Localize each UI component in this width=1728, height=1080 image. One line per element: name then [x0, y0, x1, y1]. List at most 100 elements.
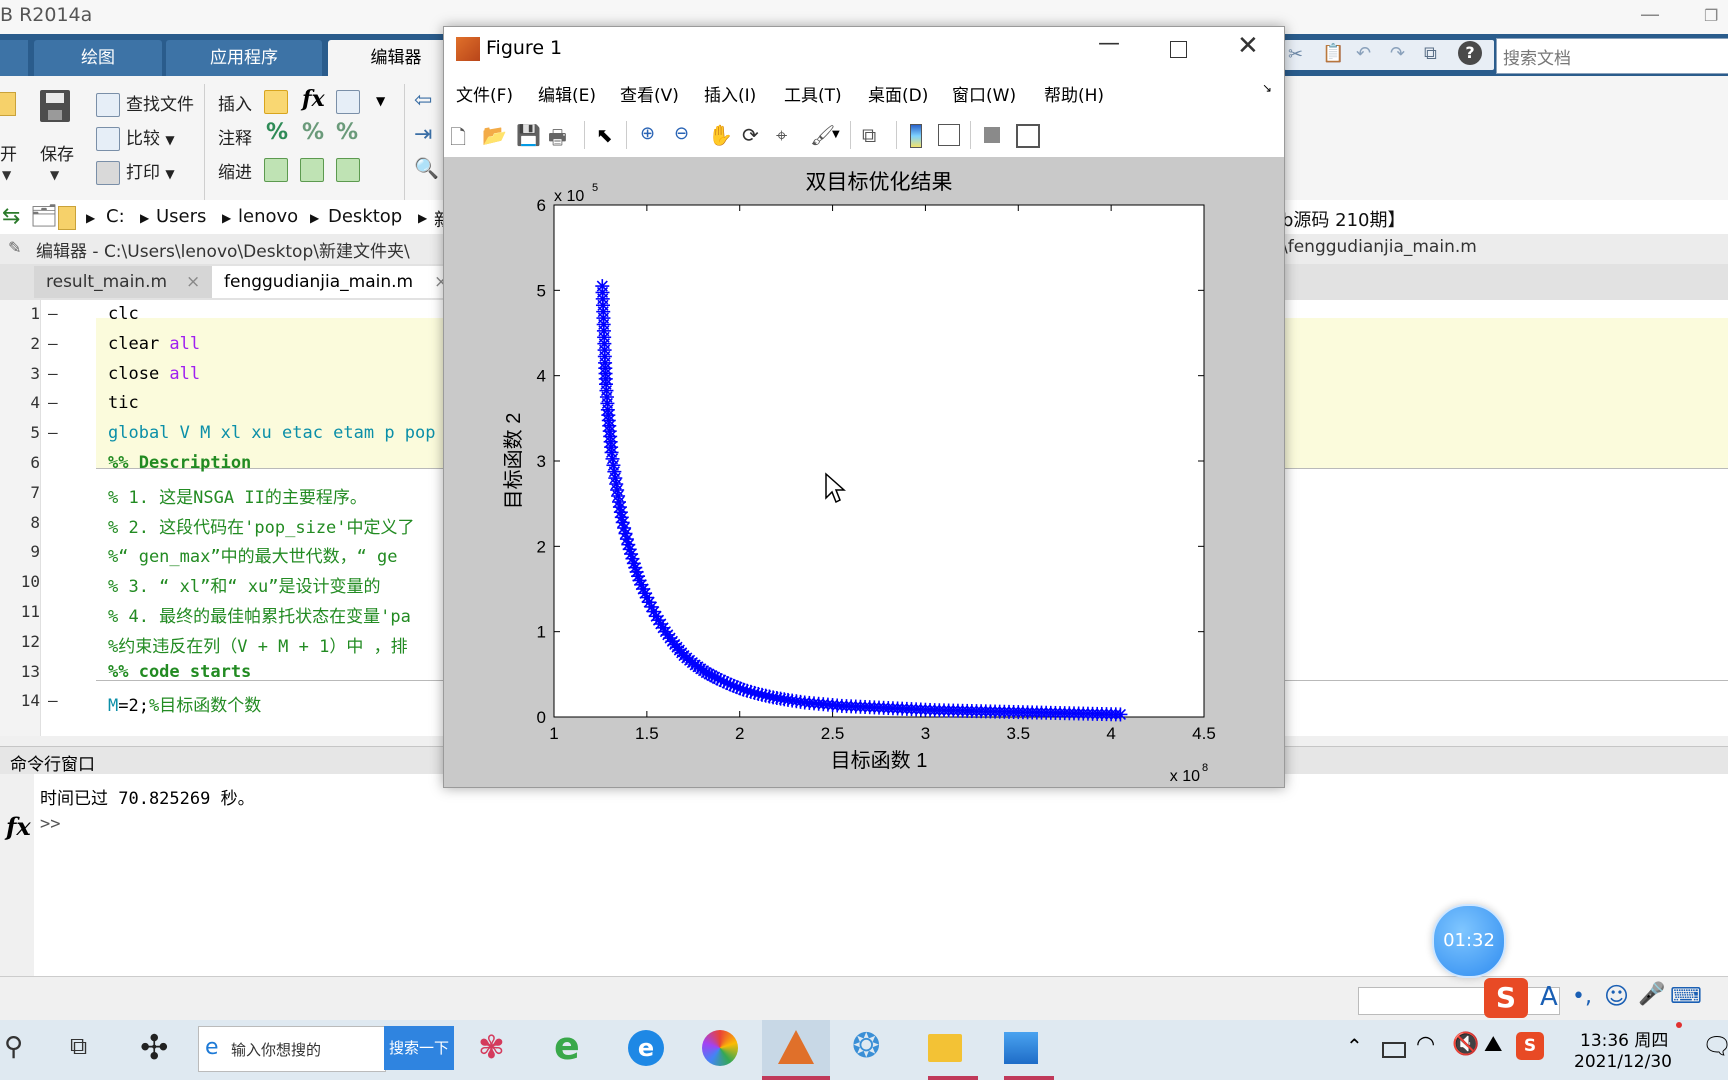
breakpoint-marker[interactable]: —	[48, 334, 58, 353]
code-line[interactable]: % 3. “ xl”和“ xu”是设计变量的	[108, 572, 381, 597]
find-files-button[interactable]: 查找文件	[96, 90, 194, 117]
insert-function-icon[interactable]: fx	[302, 86, 325, 112]
save-dropdown-icon[interactable]: ▼	[50, 168, 59, 182]
cut-icon[interactable]: ✂	[1288, 44, 1303, 65]
doc-search-input[interactable]: 搜索文档	[1496, 38, 1728, 74]
edge-browser-icon[interactable]: e	[628, 1030, 664, 1066]
colorful-app-icon[interactable]	[702, 1030, 738, 1066]
wrap-comment-icon[interactable]: %	[336, 120, 358, 145]
hide-tools-icon[interactable]	[984, 127, 1000, 143]
new-figure-icon[interactable]: 🗋	[450, 123, 474, 149]
tab-apps[interactable]: 应用程序	[166, 40, 322, 76]
undo-icon[interactable]: ↶	[1356, 43, 1371, 64]
data-cursor-icon[interactable]: ⌖	[776, 123, 800, 147]
breadcrumb-arrow-icon[interactable]: ▶	[140, 211, 149, 225]
ie-browser-icon[interactable]: e	[554, 1024, 580, 1068]
up-folder-icon[interactable]: 🗂	[30, 204, 58, 229]
photos-app-icon[interactable]	[1004, 1032, 1038, 1064]
legend-icon[interactable]	[938, 124, 960, 146]
clock-date[interactable]: 2021/12/30	[1574, 1052, 1672, 1072]
menu-insert[interactable]: 插入(I)	[704, 81, 756, 106]
data-point[interactable]	[1113, 707, 1128, 722]
chart-svg[interactable]: 1 1.5 2 2.5 3 3.5 4 4.50123456双目标优化结果目标函数 1目标函数…	[444, 157, 1284, 787]
print-figure-icon[interactable]: 🖶	[548, 123, 572, 149]
web-search-button[interactable]: 搜索一下	[384, 1026, 454, 1070]
file-tab-result-main[interactable]: result_main.m ×	[34, 266, 230, 298]
code-line[interactable]: clear all	[108, 334, 200, 354]
code-line[interactable]: %约束违反在列（V + M + 1）中 ，排	[108, 632, 408, 657]
breadcrumb-arrow-icon[interactable]: ▶	[222, 211, 231, 225]
breadcrumb-arrow-icon[interactable]: ▶	[86, 211, 95, 225]
breakpoint-marker[interactable]: —	[48, 423, 58, 442]
print-dropdown-icon[interactable]: ▼	[165, 167, 174, 181]
code-line[interactable]: global V M xl xu etac etam p pop	[108, 423, 436, 443]
colorbar-icon[interactable]	[910, 124, 922, 148]
uncomment-icon[interactable]: %	[302, 120, 324, 145]
rotate-icon[interactable]: ⟳	[742, 123, 766, 147]
web-search-input[interactable]: e 输入你想搜的	[198, 1026, 386, 1072]
breakpoint-marker[interactable]: —	[48, 393, 58, 412]
breadcrumb-desktop[interactable]: Desktop	[328, 206, 402, 227]
back-icon[interactable]: ⇆	[2, 204, 20, 229]
brush-dropdown-icon[interactable]: ▼	[832, 129, 840, 140]
code-line[interactable]: %“ gen_max”中的最大世代数，“ ge	[108, 542, 398, 567]
compare-button[interactable]: 比较 ▼	[96, 124, 175, 151]
breakpoint-marker[interactable]: —	[48, 364, 58, 383]
file-explorer-icon[interactable]	[928, 1034, 962, 1062]
sogou-tray-icon[interactable]: S	[1516, 1032, 1544, 1060]
voice-input-icon[interactable]: 🎤	[1638, 982, 1665, 1007]
menu-desktop[interactable]: 桌面(D)	[868, 81, 928, 106]
show-hidden-icons-icon[interactable]: ⌃	[1346, 1034, 1363, 1058]
save-figure-icon[interactable]: 💾	[516, 123, 541, 147]
ime-lang-icon[interactable]: ⛰	[1484, 1032, 1502, 1057]
breadcrumb-drive[interactable]: C:	[106, 206, 125, 227]
restore-icon[interactable]: ❐	[1704, 6, 1718, 25]
code-line[interactable]: close all	[108, 364, 200, 384]
figure-maximize-icon[interactable]	[1170, 41, 1187, 58]
code-line[interactable]: M=2;%目标函数个数	[108, 691, 261, 716]
clock-time[interactable]: 13:36 周四	[1580, 1026, 1668, 1051]
code-line[interactable]: %% code starts	[108, 662, 251, 682]
matlab-taskbar-item[interactable]	[762, 1020, 830, 1080]
breadcrumb-lenovo[interactable]: lenovo	[238, 206, 298, 227]
compare-dropdown-icon[interactable]: ▼	[165, 133, 174, 147]
menu-edit[interactable]: 编辑(E)	[538, 81, 596, 106]
open-file-icon[interactable]: 📂	[482, 123, 507, 147]
breakpoint-marker[interactable]: —	[48, 304, 58, 323]
open-button[interactable]: 开	[0, 140, 17, 165]
indent-icon[interactable]	[300, 158, 324, 182]
recording-timer[interactable]: 01:32	[1432, 904, 1506, 978]
code-line[interactable]: % 1. 这是NSGA II的主要程序。	[108, 483, 367, 508]
code-line[interactable]: clc	[108, 304, 139, 324]
minimize-icon[interactable]: —	[1640, 2, 1660, 26]
show-tools-icon[interactable]	[1016, 124, 1040, 148]
redo-icon[interactable]: ↷	[1390, 43, 1405, 64]
menu-help[interactable]: 帮助(H)	[1044, 81, 1104, 106]
go-to-icon[interactable]: ⇥	[414, 122, 432, 147]
find-icon[interactable]: 🔍	[414, 156, 439, 180]
tab-partial[interactable]	[0, 40, 28, 76]
open-folder-icon[interactable]	[0, 92, 16, 116]
pointer-icon[interactable]: ⬉	[596, 123, 620, 147]
tab-plots[interactable]: 绘图	[34, 40, 162, 76]
open-dropdown-icon[interactable]: ▼	[2, 168, 11, 182]
save-button[interactable]: 保存	[40, 140, 74, 165]
breadcrumb-arrow-icon[interactable]: ▶	[418, 211, 427, 225]
insert-fn-template-icon[interactable]	[336, 90, 360, 114]
app-pinwheel-icon[interactable]: ✣	[140, 1028, 169, 1068]
battery-icon[interactable]	[1382, 1042, 1406, 1058]
volume-muted-icon[interactable]: 🔇	[1452, 1032, 1479, 1057]
search-icon[interactable]: ⚲	[4, 1032, 23, 1062]
function-browser-icon[interactable]: fx	[6, 812, 31, 841]
breadcrumb-users[interactable]: Users	[156, 206, 206, 227]
emoji-icon[interactable]: ☺	[1604, 982, 1629, 1010]
file-tab-fenggudianjia-main[interactable]: fenggudianjia_main.m ×	[212, 266, 456, 298]
menu-tools[interactable]: 工具(T)	[784, 81, 842, 106]
wifi-icon[interactable]: ◠	[1416, 1032, 1435, 1057]
sogou-ime-icon[interactable]: S	[1484, 978, 1528, 1018]
menu-window[interactable]: 窗口(W)	[952, 81, 1016, 106]
smart-indent-icon[interactable]	[264, 158, 288, 182]
code-line[interactable]: tic	[108, 393, 139, 413]
insert-dropdown-icon[interactable]: ▼	[376, 94, 385, 108]
figure-close-icon[interactable]: ✕	[1237, 31, 1259, 61]
